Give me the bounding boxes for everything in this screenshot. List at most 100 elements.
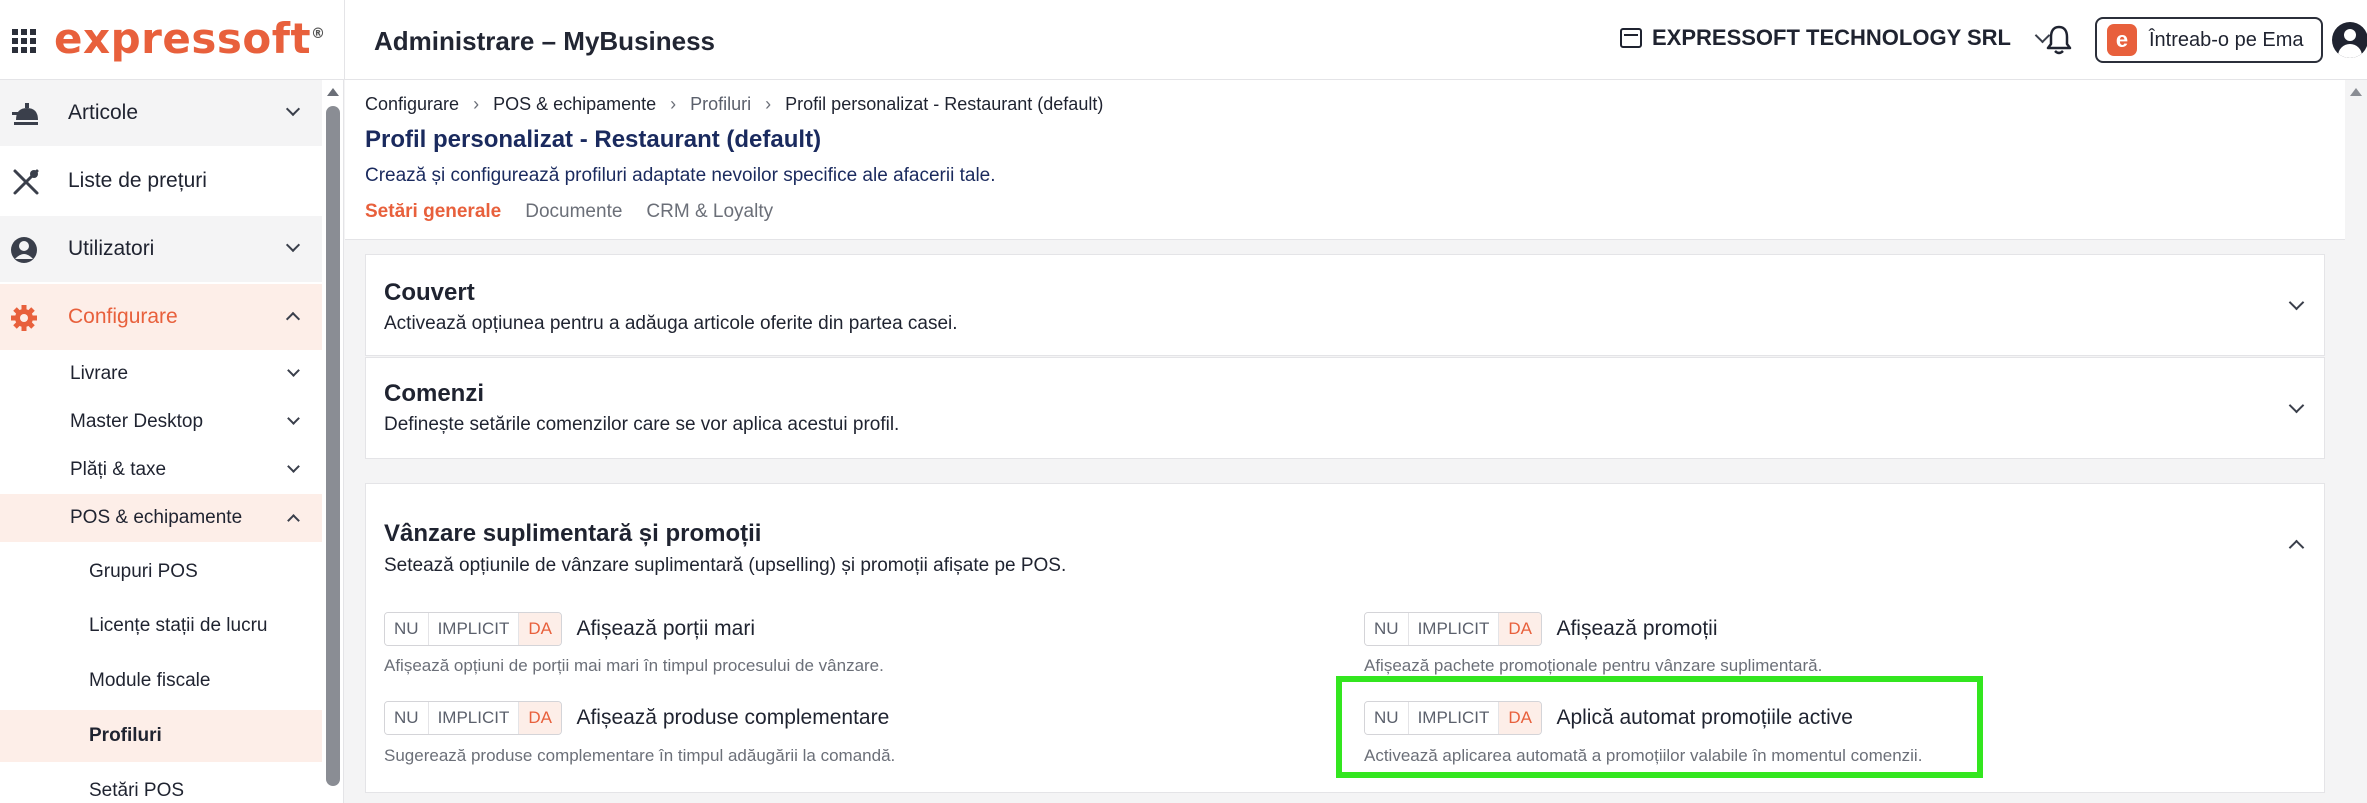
sidebar-leaf-module-fiscale[interactable]: Module fiscale (0, 655, 322, 707)
sidebar-item-liste-preturi[interactable]: Liste de prețuri (0, 148, 322, 214)
sidebar: Articole Liste de prețuri Utilizatori Co… (0, 80, 344, 803)
ema-badge-icon: e (2107, 24, 2137, 56)
sidebar-leaf-profiluri[interactable]: Profiluri (0, 710, 322, 762)
sidebar-subitem-plati-taxe[interactable]: Plăți & taxe (0, 446, 322, 494)
bell-icon[interactable] (2044, 24, 2074, 56)
page-header: Configurare › POS & echipamente › Profil… (345, 80, 2367, 240)
chevron-down-icon (287, 412, 300, 425)
toggle-nu[interactable]: NU (385, 613, 429, 645)
breadcrumb-profiluri[interactable]: Profiluri (690, 94, 751, 115)
chevron-up-icon (285, 311, 301, 327)
chevron-down-icon (287, 460, 300, 473)
option-produse-complementare: NU IMPLICIT DA Afișează produse compleme… (384, 701, 889, 735)
breadcrumb-configurare[interactable]: Configurare (365, 94, 459, 115)
app-title: Administrare – MyBusiness (374, 26, 716, 56)
sidebar-subitem-master-desktop[interactable]: Master Desktop (0, 398, 322, 446)
toggle-nu[interactable]: NU (1365, 613, 1409, 645)
company-name: EXPRESSOFT TECHNOLOGY SRL (1652, 25, 2011, 50)
tri-state-toggle[interactable]: NU IMPLICIT DA (1364, 612, 1542, 646)
toggle-implicit[interactable]: IMPLICIT (428, 702, 520, 734)
company-selector[interactable]: EXPRESSOFT TECHNOLOGY SRL (1620, 25, 2051, 51)
gear-icon (11, 305, 37, 331)
sidebar-item-label: Utilizatori (68, 237, 155, 260)
main-scrollbar[interactable] (2345, 80, 2367, 803)
sidebar-item-label: Articole (68, 101, 139, 124)
user-avatar-icon[interactable] (2332, 22, 2367, 58)
option-label: Afișează porții mari (576, 617, 755, 640)
chevron-down-icon (287, 364, 300, 377)
breadcrumb-separator: › (473, 94, 480, 114)
sidebar-subitem-label: Livrare (70, 363, 129, 384)
food-icon (12, 103, 38, 125)
sidebar-item-articole[interactable]: Articole (0, 80, 322, 146)
sidebar-subitem-livrare[interactable]: Livrare (0, 350, 322, 398)
tab-crm-loyalty[interactable]: CRM & Loyalty (646, 201, 773, 223)
scroll-up-arrow-icon[interactable] (2350, 88, 2362, 96)
highlight-annotation (1336, 676, 1983, 778)
sidebar-subitem-label: POS & echipamente (70, 507, 243, 528)
sidebar-item-label: Liste de prețuri (68, 169, 207, 192)
chevron-down-icon (285, 237, 301, 253)
option-portii-mari: NU IMPLICIT DA Afișează porții mari (384, 612, 755, 646)
apps-grid-icon[interactable] (12, 29, 36, 53)
option-label: Afișează produse complementare (576, 706, 890, 729)
toggle-implicit[interactable]: IMPLICIT (428, 613, 520, 645)
option-description: Afișează pachete promoționale pentru vân… (1364, 656, 1823, 675)
utensils-icon (13, 169, 39, 195)
toggle-nu[interactable]: NU (385, 702, 429, 734)
ask-ema-label: Întreab-o pe Ema (2149, 28, 2304, 51)
sidebar-leaf-label: Module fiscale (89, 670, 211, 691)
sidebar-subitem-label: Master Desktop (70, 411, 204, 432)
toggle-implicit[interactable]: IMPLICIT (1408, 613, 1500, 645)
sidebar-item-utilizatori[interactable]: Utilizatori (0, 216, 322, 282)
chevron-up-icon (287, 514, 300, 527)
logo[interactable]: expressoft® (54, 14, 326, 63)
section-title: Comenzi (384, 380, 485, 407)
sidebar-leaf-label: Grupuri POS (89, 561, 198, 582)
breadcrumb-separator: › (765, 94, 772, 114)
sidebar-leaf-label: Setări POS (89, 780, 185, 801)
breadcrumb: Configurare › POS & echipamente › Profil… (365, 94, 1103, 115)
store-icon (1620, 28, 1642, 48)
tri-state-toggle[interactable]: NU IMPLICIT DA (384, 701, 562, 735)
section-description: Definește setările comenzilor care se vo… (384, 414, 900, 435)
option-promotii: NU IMPLICIT DA Afișează promoții (1364, 612, 1718, 646)
toggle-da[interactable]: DA (1499, 613, 1541, 645)
breadcrumb-separator: › (670, 94, 677, 114)
sidebar-scroll-thumb[interactable] (326, 106, 340, 786)
sidebar-leaf-grupuri-pos[interactable]: Grupuri POS (0, 546, 322, 598)
toggle-da[interactable]: DA (519, 613, 561, 645)
option-description: Sugerează produse complementare în timpu… (384, 746, 896, 765)
page-subtitle: Crează și configurează profiluri adaptat… (365, 165, 996, 186)
page-title: Profil personalizat - Restaurant (defaul… (365, 126, 822, 153)
sidebar-item-configurare[interactable]: Configurare (0, 284, 322, 350)
sidebar-subitem-label: Plăți & taxe (70, 459, 167, 480)
chevron-up-icon[interactable] (2288, 539, 2305, 556)
ask-ema-button[interactable]: e Întreab-o pe Ema (2095, 17, 2323, 63)
sidebar-subitem-pos-echipamente[interactable]: POS & echipamente (0, 494, 322, 542)
chevron-down-icon[interactable] (2288, 294, 2305, 311)
section-description: Setează opțiunile de vânzare suplimentar… (384, 555, 1067, 576)
sidebar-item-label: Configurare (68, 305, 178, 328)
sidebar-leaf-licente[interactable]: Licențe stații de lucru (0, 600, 322, 652)
chevron-down-icon (285, 101, 301, 117)
sidebar-leaf-setari-pos[interactable]: Setări POS (0, 765, 322, 803)
scroll-up-arrow-icon[interactable] (327, 88, 339, 96)
tab-documente[interactable]: Documente (525, 201, 622, 223)
chevron-down-icon[interactable] (2288, 397, 2305, 414)
section-comenzi[interactable]: Comenzi Definește setările comenzilor ca… (365, 357, 2325, 459)
section-couvert[interactable]: Couvert Activează opțiunea pentru a adău… (365, 254, 2325, 356)
toggle-da[interactable]: DA (519, 702, 561, 734)
user-icon (11, 237, 37, 263)
top-divider (344, 0, 345, 80)
tab-setari-generale[interactable]: Setări generale (365, 201, 501, 223)
tab-bar: Setări generale Documente CRM & Loyalty (365, 201, 773, 223)
option-description: Afișează opțiuni de porții mai mari în t… (384, 656, 884, 675)
option-label: Afișează promoții (1556, 617, 1718, 640)
section-title: Vânzare suplimentară și promoții (384, 520, 762, 547)
tri-state-toggle[interactable]: NU IMPLICIT DA (384, 612, 562, 646)
breadcrumb-current: Profil personalizat - Restaurant (defaul… (785, 94, 1104, 114)
section-title: Couvert (384, 279, 475, 306)
breadcrumb-pos-echipamente[interactable]: POS & echipamente (493, 94, 656, 115)
sidebar-leaf-label: Licențe stații de lucru (89, 615, 268, 636)
